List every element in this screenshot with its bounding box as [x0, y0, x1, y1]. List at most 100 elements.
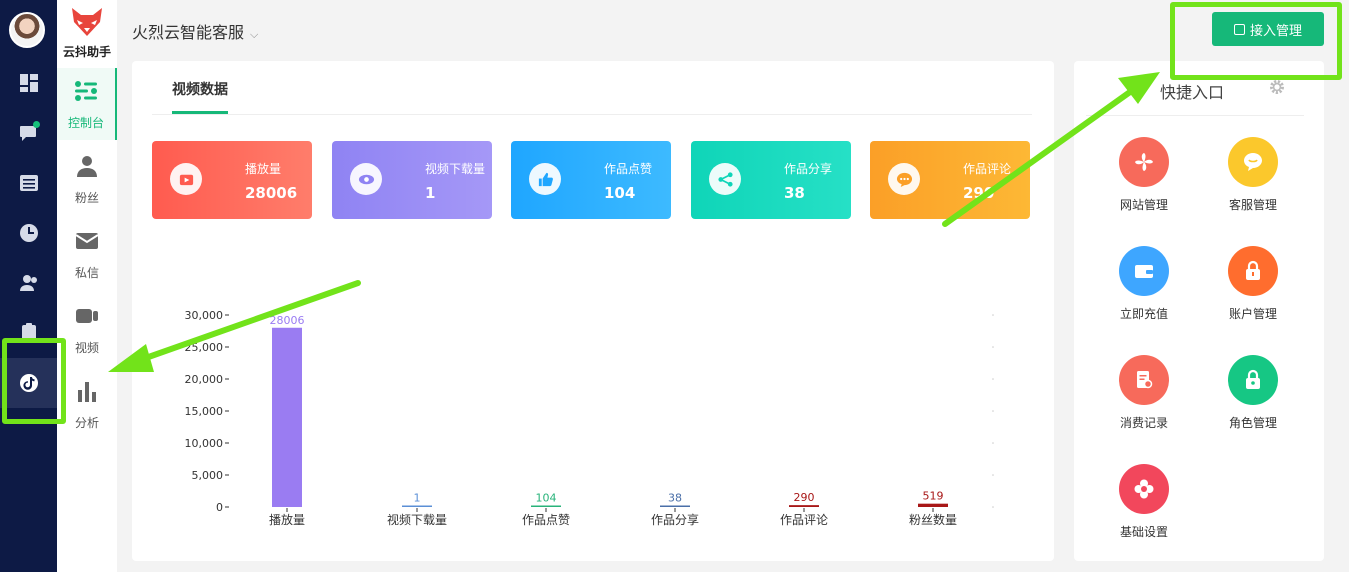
- quick-consumption-records[interactable]: 消费记录: [1104, 355, 1184, 431]
- padlock-icon: [1228, 355, 1278, 405]
- stat-label: 作品评论: [963, 162, 1012, 176]
- subnav-item-messages[interactable]: 私信: [57, 218, 117, 290]
- tab-video-data[interactable]: 视频数据: [172, 79, 228, 114]
- bar: [531, 505, 561, 507]
- clock-icon[interactable]: [0, 208, 57, 258]
- app-title-dropdown[interactable]: 火烈云智能客服 ⌵: [132, 19, 258, 43]
- stat-label: 播放量: [245, 162, 282, 176]
- y-tick-label: 0: [216, 501, 223, 514]
- app-title: 火烈云智能客服: [132, 23, 245, 42]
- x-tick-label: 作品分享: [651, 512, 699, 527]
- subnav-item-analysis[interactable]: 分析: [57, 368, 117, 440]
- stat-value: 290: [963, 184, 995, 202]
- bar-value-label: 28006: [270, 314, 305, 327]
- quick-recharge[interactable]: 立即充值: [1104, 246, 1184, 322]
- quick-entry-panel: 快捷入口 网站管理 客服管理 立即充值 账户管理 消费记录 角色管理 基础设置: [1074, 61, 1324, 561]
- unread-dot: [33, 121, 40, 128]
- comment-icon: [888, 163, 920, 195]
- subnav-label: 控制台: [67, 116, 104, 130]
- y-tick-label: 15,000: [185, 405, 224, 418]
- quick-website-management[interactable]: 网站管理: [1104, 137, 1184, 213]
- stat-label: 作品分享: [784, 162, 833, 176]
- stat-value: 1: [425, 184, 436, 202]
- list-icon[interactable]: [0, 158, 57, 208]
- quick-account-management[interactable]: 账户管理: [1213, 246, 1293, 322]
- mail-icon: [75, 233, 99, 249]
- users-icon[interactable]: [0, 258, 57, 308]
- fox-logo-icon: [72, 8, 102, 36]
- subnav-item-video[interactable]: 视频: [57, 293, 117, 365]
- receipt-search-icon: [1119, 355, 1169, 405]
- bar: [660, 505, 690, 507]
- grid-dot: [992, 506, 994, 508]
- stat-value: 38: [784, 184, 805, 202]
- stat-card-plays: 播放量 28006: [152, 141, 312, 219]
- stat-card-shares: 作品分享 38: [691, 141, 851, 219]
- bar: [402, 505, 432, 507]
- play-icon: [170, 163, 202, 195]
- eye-icon: [350, 163, 382, 195]
- console-icon: [75, 81, 97, 101]
- quick-basic-settings[interactable]: 基础设置: [1104, 464, 1184, 540]
- x-tick-label: 作品点赞: [522, 513, 570, 527]
- chat-icon[interactable]: [0, 108, 57, 158]
- secondary-nav: 云抖助手 控制台 粉丝 私信 视频 分析: [57, 0, 117, 572]
- quick-label: 基础设置: [1119, 525, 1168, 539]
- stat-label: 作品点赞: [604, 162, 653, 176]
- x-tick-label: 作品评论: [780, 513, 828, 527]
- stat-value: 104: [604, 184, 636, 202]
- highlight-box-access: [1170, 2, 1342, 80]
- quick-label: 角色管理: [1228, 416, 1277, 430]
- bar: [918, 503, 948, 507]
- subnav-label: 视频: [74, 341, 99, 355]
- highlight-box-tiktok: [2, 338, 66, 424]
- bar-value-label: 519: [923, 490, 944, 503]
- subnav-item-fans[interactable]: 粉丝: [57, 143, 117, 215]
- quick-label: 立即充值: [1119, 307, 1168, 321]
- fan-icon: [1119, 137, 1169, 187]
- subnav-label: 分析: [74, 416, 99, 430]
- stat-card-downloads: 视频下载量 1: [332, 141, 492, 219]
- subnav-label: 私信: [74, 266, 99, 280]
- grid-dot: [992, 346, 994, 348]
- video-camera-icon: [76, 309, 98, 323]
- quick-customer-service-management[interactable]: 客服管理: [1213, 137, 1293, 213]
- stat-label: 视频下载量: [425, 162, 486, 176]
- subnav-label: 粉丝: [74, 191, 99, 205]
- stat-card-likes: 作品点赞 104: [511, 141, 671, 219]
- x-tick-label: 播放量: [269, 512, 305, 527]
- thumbs-up-icon: [529, 163, 561, 195]
- grid-dot: [992, 442, 994, 444]
- bar-value-label: 1: [414, 492, 421, 505]
- bar-value-label: 104: [536, 492, 557, 505]
- quick-label: 网站管理: [1119, 198, 1168, 212]
- stat-card-comments: 作品评论 290: [870, 141, 1030, 219]
- grid-dot: [992, 314, 994, 316]
- divider: [1086, 115, 1304, 116]
- dashboard-icon[interactable]: [0, 58, 57, 108]
- bar: [789, 505, 819, 507]
- fans-icon: [77, 156, 97, 177]
- y-tick-label: 20,000: [185, 373, 224, 386]
- icon-rail: [0, 0, 57, 572]
- video-data-bar-chart: 30,000 25,000 20,000 15,000 10,000 5,000 0 2800…: [185, 309, 994, 527]
- grid-dot: [992, 410, 994, 412]
- y-tick-label: 25,000: [185, 341, 224, 354]
- share-icon: [709, 163, 741, 195]
- gear-icon[interactable]: [1269, 79, 1285, 95]
- stat-value: 28006: [245, 184, 298, 202]
- quick-label: 消费记录: [1119, 416, 1168, 430]
- quick-label: 账户管理: [1228, 307, 1277, 321]
- flower-settings-icon: [1119, 464, 1169, 514]
- bar: [272, 327, 302, 507]
- y-tick-label: 5,000: [192, 469, 224, 482]
- avatar[interactable]: [9, 12, 45, 48]
- y-tick-label: 30,000: [185, 309, 224, 322]
- quick-entry-title: 快捷入口: [1160, 83, 1225, 102]
- quick-role-management[interactable]: 角色管理: [1213, 355, 1293, 431]
- wallet-icon: [1119, 246, 1169, 296]
- y-tick-label: 10,000: [185, 437, 224, 450]
- bar-chart-icon: [78, 382, 96, 402]
- subnav-item-console[interactable]: 控制台: [57, 68, 117, 140]
- lock-icon: [1228, 246, 1278, 296]
